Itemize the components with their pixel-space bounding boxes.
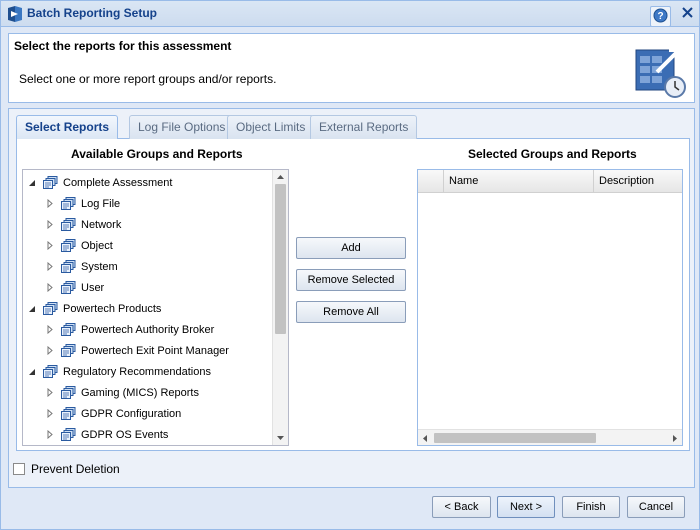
tree-node-label: System [81, 260, 118, 273]
tree-node-label: Powertech Authority Broker [81, 323, 215, 336]
remove-all-button[interactable]: Remove All [296, 301, 406, 323]
tree-node-label: Powertech Products [63, 302, 162, 315]
grid-scroll-thumb[interactable] [434, 433, 596, 443]
tree-node[interactable]: Regulatory Recommendations [27, 361, 211, 382]
tree-node[interactable]: GDPR OS Events [45, 424, 168, 445]
report-group-icon [61, 197, 76, 210]
report-group-icon [61, 239, 76, 252]
report-wizard-icon [635, 46, 687, 98]
header-subtitle: Select one or more report groups and/or … [19, 72, 277, 86]
tab-strip: Select Reports Log File Options Object L… [16, 114, 690, 140]
collapsed-arrow-icon[interactable] [45, 262, 55, 272]
tree-node-label: Network [81, 218, 122, 231]
scroll-thumb[interactable] [275, 184, 286, 334]
tree-node-label: Object [81, 239, 113, 252]
tree-node-label: Regulatory Recommendations [63, 365, 211, 378]
tab-panel: Select Reports Log File Options Object L… [8, 108, 695, 488]
report-group-icon [43, 365, 58, 378]
prevent-deletion-label: Prevent Deletion [31, 462, 120, 476]
tab-select-reports[interactable]: Select Reports [16, 115, 119, 140]
close-icon [681, 6, 694, 22]
collapsed-arrow-icon[interactable] [45, 388, 55, 398]
report-group-icon [61, 281, 76, 294]
available-tree[interactable]: Complete Assessment Log File Network Object… [22, 169, 289, 446]
window-title: Batch Reporting Setup [27, 6, 158, 20]
tree-node[interactable]: Object [45, 235, 113, 256]
tree-node[interactable]: Log File [45, 193, 120, 214]
expanded-arrow-icon[interactable] [27, 178, 37, 188]
back-button[interactable]: < Back [432, 496, 491, 518]
report-group-icon [61, 260, 76, 273]
tree-node[interactable]: Powertech Exit Point Manager [45, 340, 229, 361]
collapsed-arrow-icon[interactable] [45, 409, 55, 419]
grid-horizontal-scrollbar[interactable] [418, 429, 682, 445]
help-icon: ? [653, 8, 668, 26]
selected-heading: Selected Groups and Reports [468, 147, 637, 161]
prevent-deletion-option[interactable]: Prevent Deletion [13, 462, 120, 476]
tree-node-label: User [81, 281, 105, 294]
tree-node[interactable]: Network [45, 214, 121, 235]
select-reports-body: Available Groups and Reports Selected Gr… [16, 139, 690, 451]
tab-external-reports[interactable]: External Reports [310, 115, 418, 139]
tree-node-label: Powertech Exit Point Manager [81, 344, 229, 357]
tab-object-limits[interactable]: Object Limits [227, 115, 315, 139]
report-group-icon [61, 407, 76, 420]
tree-node-label: Gaming (MICS) Reports [81, 386, 199, 399]
tree-node[interactable]: Gaming (MICS) Reports [45, 382, 199, 403]
header-panel: Select the reports for this assessment S… [8, 33, 695, 103]
help-button[interactable]: ? [650, 6, 671, 27]
scroll-up-arrow-icon[interactable] [273, 170, 288, 184]
next-button[interactable]: Next > [497, 496, 555, 518]
report-group-icon [43, 302, 58, 315]
batch-reporting-window: Batch Reporting Setup ? Select the repor… [0, 0, 700, 530]
report-group-icon [61, 218, 76, 231]
grid-header: Name Description [418, 170, 682, 193]
scroll-left-arrow-icon[interactable] [418, 431, 432, 445]
scroll-right-arrow-icon[interactable] [668, 431, 682, 445]
header-title: Select the reports for this assessment [14, 39, 232, 53]
grid-col-select[interactable] [418, 170, 444, 193]
grid-col-description[interactable]: Description [594, 170, 682, 193]
prevent-deletion-checkbox[interactable] [13, 463, 25, 475]
svg-text:?: ? [657, 11, 663, 22]
available-heading: Available Groups and Reports [71, 147, 243, 161]
tree-node-label: Log File [81, 197, 121, 210]
report-group-icon [61, 386, 76, 399]
tree-node[interactable]: Powertech Authority Broker [45, 319, 214, 340]
tree-node[interactable]: User [45, 277, 104, 298]
expanded-arrow-icon[interactable] [27, 367, 37, 377]
expanded-arrow-icon[interactable] [27, 304, 37, 314]
remove-selected-button[interactable]: Remove Selected [296, 269, 406, 291]
tree-node[interactable]: GDPR Configuration [45, 403, 181, 424]
tree-node[interactable]: System [45, 256, 118, 277]
grid-col-name[interactable]: Name [444, 170, 594, 193]
tree-node[interactable]: Complete Assessment [27, 172, 172, 193]
add-button[interactable]: Add [296, 237, 406, 259]
tree-node[interactable]: Powertech Products [27, 298, 161, 319]
tree-node-label: GDPR Configuration [81, 407, 182, 420]
collapsed-arrow-icon[interactable] [45, 283, 55, 293]
collapsed-arrow-icon[interactable] [45, 199, 55, 209]
collapsed-arrow-icon[interactable] [45, 220, 55, 230]
collapsed-arrow-icon[interactable] [45, 430, 55, 440]
collapsed-arrow-icon[interactable] [45, 346, 55, 356]
title-bar: Batch Reporting Setup ? [1, 1, 699, 27]
collapsed-arrow-icon[interactable] [45, 325, 55, 335]
tree-node-label: Complete Assessment [63, 176, 173, 189]
report-group-icon [61, 344, 76, 357]
close-button[interactable] [678, 4, 697, 23]
finish-button[interactable]: Finish [562, 496, 620, 518]
tree-vertical-scrollbar[interactable] [272, 170, 288, 445]
tab-log-file-options[interactable]: Log File Options [129, 115, 235, 139]
tree-node-label: GDPR OS Events [81, 428, 169, 441]
selected-grid[interactable]: Name Description [417, 169, 683, 446]
report-group-icon [61, 428, 76, 441]
batch-report-icon [6, 5, 24, 23]
collapsed-arrow-icon[interactable] [45, 241, 55, 251]
report-group-icon [43, 176, 58, 189]
cancel-button[interactable]: Cancel [627, 496, 685, 518]
report-group-icon [61, 323, 76, 336]
scroll-down-arrow-icon[interactable] [273, 431, 288, 445]
